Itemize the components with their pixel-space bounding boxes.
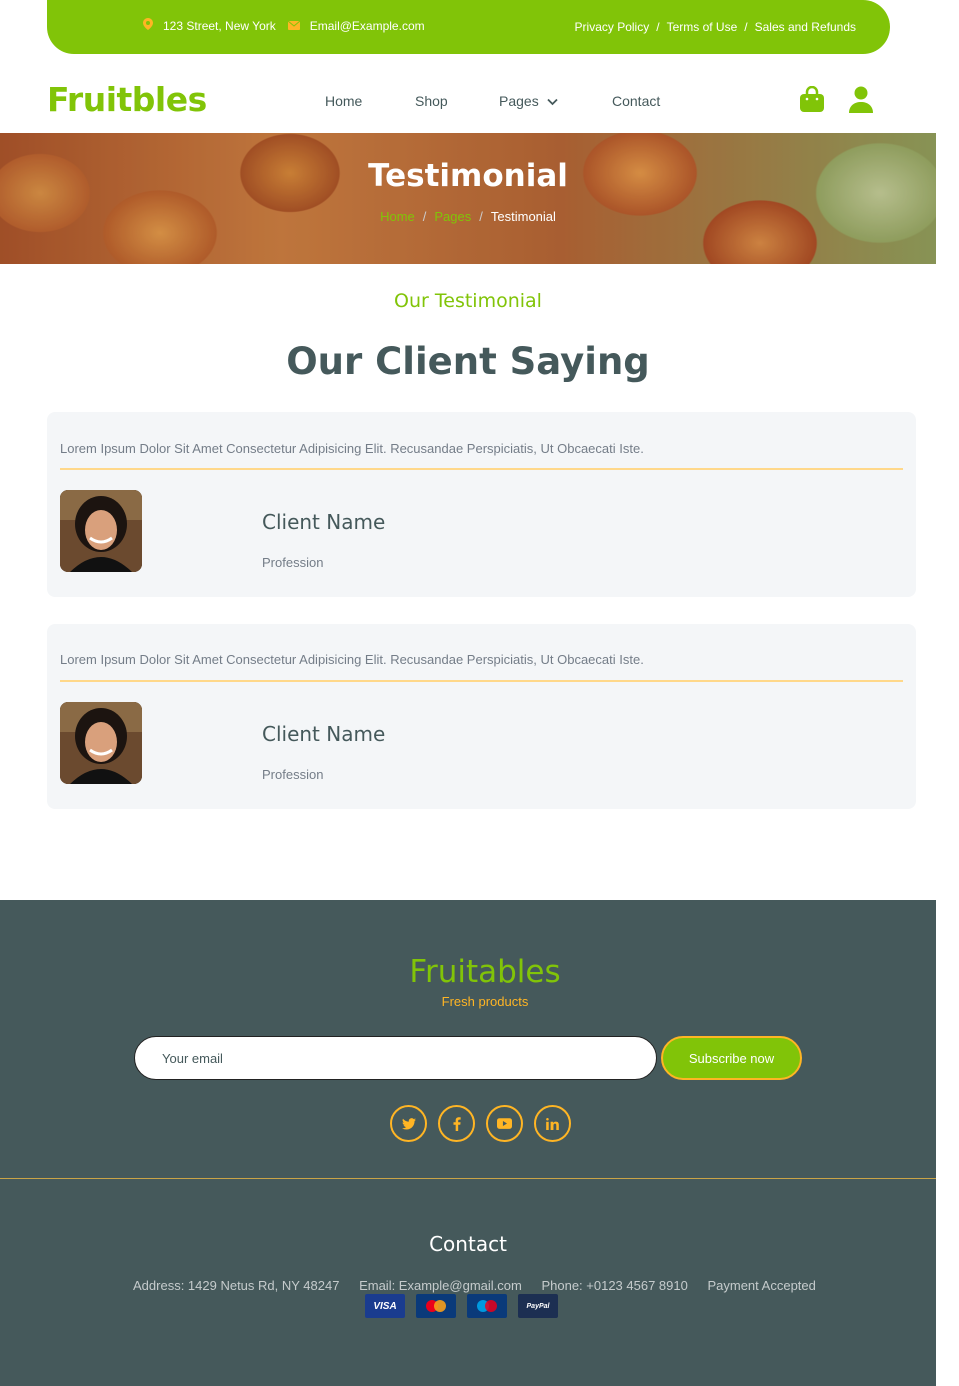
page-title: Testimonial [368, 158, 568, 194]
breadcrumb-current: Testimonial [490, 209, 556, 224]
nav-pages-label: Pages [499, 93, 539, 109]
facebook-icon[interactable] [438, 1105, 475, 1142]
testimonial-quote: Lorem Ipsum Dolor Sit Amet Consectetur A… [60, 441, 644, 456]
privacy-policy-link[interactable]: Privacy Policy [575, 20, 650, 34]
visa-label: VISA [373, 1300, 397, 1312]
divider [60, 680, 903, 682]
map-marker-icon [143, 18, 153, 33]
terms-of-use-link[interactable]: Terms of Use [667, 20, 738, 34]
divider [60, 468, 903, 470]
envelope-icon [287, 19, 301, 33]
footer-contact-info: Address: 1429 Netus Rd, NY 48247 Email: … [133, 1278, 832, 1293]
chevron-down-icon [547, 97, 558, 109]
footer-contact-title: Contact [429, 1232, 507, 1256]
shopping-bag-icon[interactable] [799, 85, 825, 118]
testimonial-quote: Lorem Ipsum Dolor Sit Amet Consectetur A… [60, 652, 644, 667]
breadcrumb-home[interactable]: Home [380, 209, 415, 224]
footer-payment-label: Payment Accepted [707, 1278, 816, 1293]
footer-divider [0, 1178, 936, 1179]
topbar-address: 123 Street, New York [163, 18, 276, 33]
client-profession: Profession [262, 767, 324, 782]
nav-shop[interactable]: Shop [415, 93, 448, 109]
footer-email[interactable]: Email: Example@gmail.com [359, 1278, 522, 1293]
maestro-card-icon [467, 1294, 507, 1318]
client-name: Client Name [262, 510, 386, 534]
user-icon[interactable] [849, 86, 873, 119]
site-logo[interactable]: Fruitbles [47, 80, 207, 119]
twitter-icon[interactable] [390, 1105, 427, 1142]
testimonial-card: Lorem Ipsum Dolor Sit Amet Consectetur A… [47, 412, 916, 597]
nav-pages[interactable]: Pages [499, 93, 558, 109]
footer-address: Address: 1429 Netus Rd, NY 48247 [133, 1278, 340, 1293]
nav-contact[interactable]: Contact [612, 93, 660, 109]
newsletter-email-input[interactable] [134, 1036, 657, 1080]
footer-brand[interactable]: Fruitables [0, 954, 959, 990]
breadcrumb-pages[interactable]: Pages [434, 209, 471, 224]
testimonial-card: Lorem Ipsum Dolor Sit Amet Consectetur A… [47, 624, 916, 809]
breadcrumb: Home / Pages / Testimonial [0, 209, 936, 224]
client-avatar [60, 702, 142, 784]
linkedin-icon[interactable] [534, 1105, 571, 1142]
nav-home[interactable]: Home [325, 93, 362, 109]
client-profession: Profession [262, 555, 324, 570]
paypal-label: PayPal [526, 1302, 550, 1310]
breadcrumb-separator: / [422, 209, 427, 224]
separator: / [656, 20, 660, 34]
top-bar: 123 Street, New York Email@Example.com P… [47, 0, 890, 54]
visa-card-icon: VISA [365, 1294, 405, 1318]
topbar-email[interactable]: Email@Example.com [310, 19, 425, 33]
footer-phone[interactable]: Phone: +0123 4567 8910 [541, 1278, 687, 1293]
youtube-icon[interactable] [486, 1105, 523, 1142]
mastercard-icon [416, 1294, 456, 1318]
paypal-card-icon: PayPal [518, 1294, 558, 1318]
footer-tagline: Fresh products [441, 994, 529, 1009]
client-name: Client Name [262, 722, 386, 746]
page-header-banner: Testimonial Home / Pages / Testimonial [0, 133, 936, 264]
client-avatar [60, 490, 142, 572]
footer: Fruitables Fresh products Subscribe now … [0, 900, 936, 1386]
separator: / [744, 20, 748, 34]
subscribe-button[interactable]: Subscribe now [661, 1036, 802, 1080]
breadcrumb-separator: / [479, 209, 483, 224]
section-eyebrow: Our Testimonial [394, 290, 542, 312]
section-title: Our Client Saying [286, 340, 650, 383]
sales-refunds-link[interactable]: Sales and Refunds [755, 20, 856, 34]
